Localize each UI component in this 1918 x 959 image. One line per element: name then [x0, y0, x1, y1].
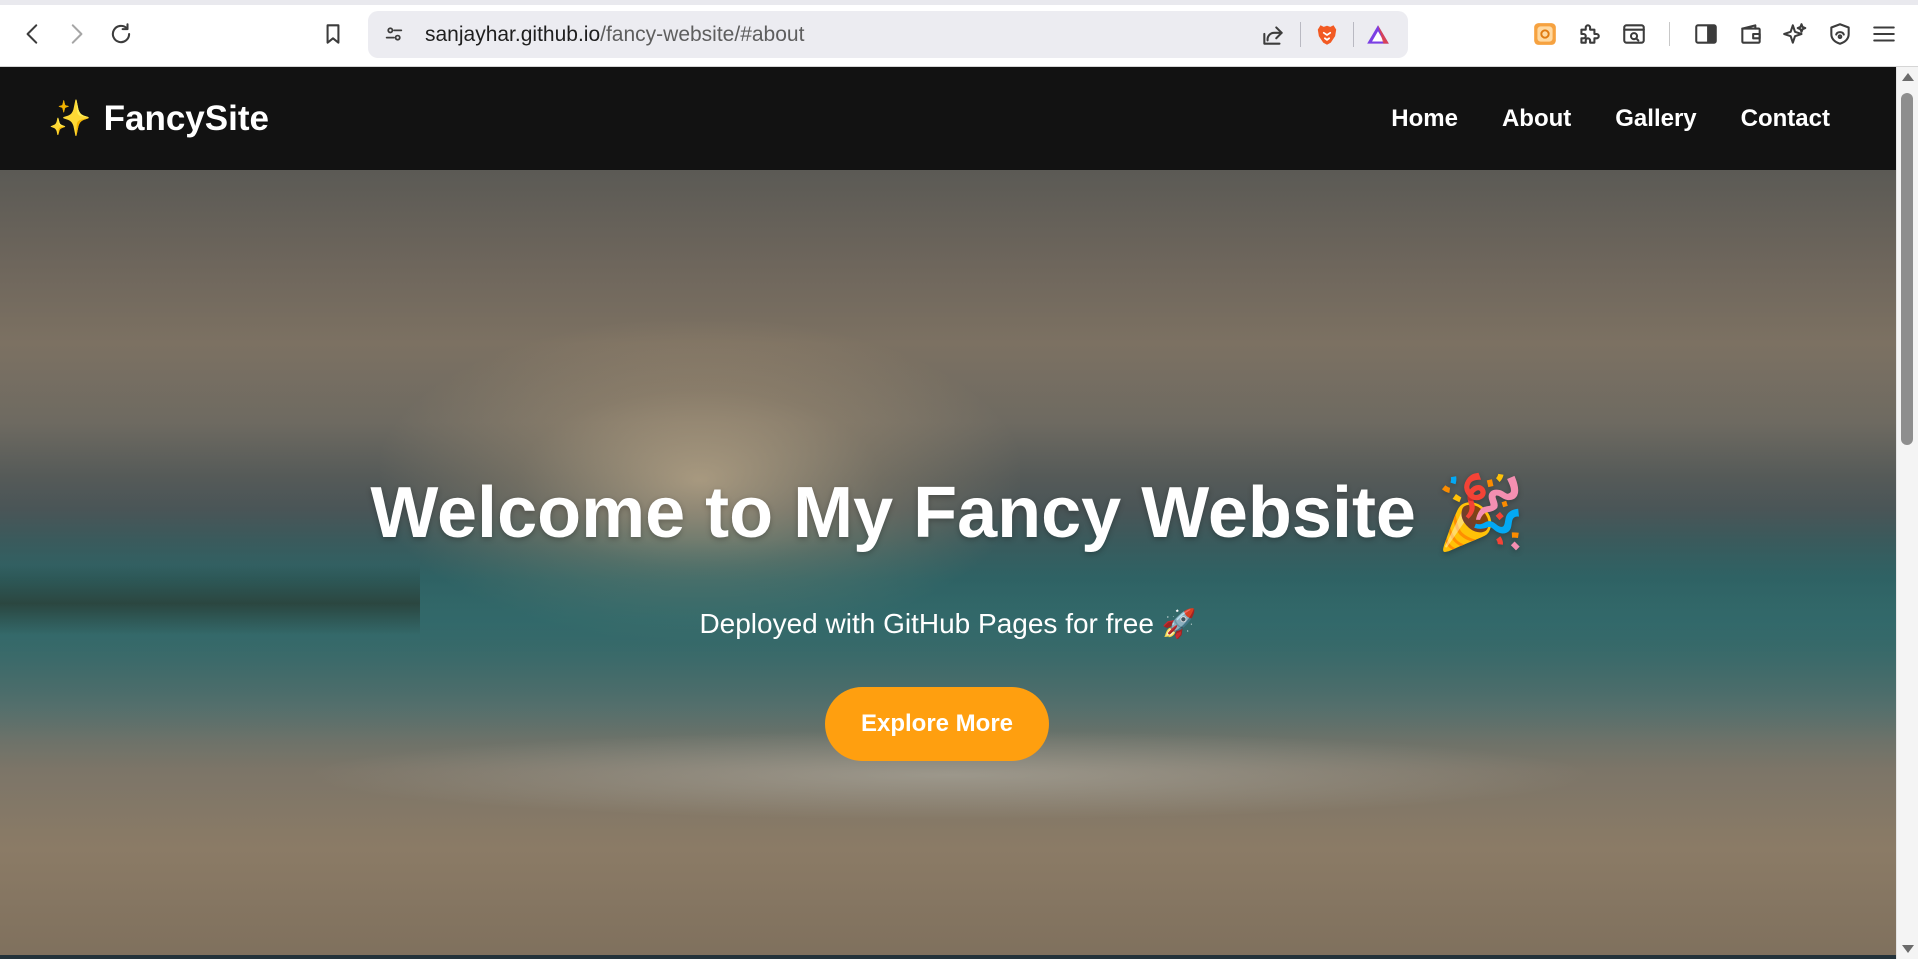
nav-links: Home About Gallery Contact	[1391, 67, 1830, 170]
orange-extension-icon	[1534, 23, 1556, 45]
bookmark-button[interactable]	[316, 17, 350, 51]
leo-button[interactable]	[1778, 17, 1812, 51]
wallet-button[interactable]	[1734, 17, 1768, 51]
triangle-rewards-icon	[1367, 25, 1389, 44]
brave-rewards-button[interactable]	[1361, 18, 1395, 52]
main-menu-button[interactable]	[1867, 17, 1901, 51]
url-separator-2	[1353, 22, 1354, 47]
puzzle-icon	[1580, 24, 1600, 44]
extension-button[interactable]	[1528, 17, 1562, 51]
site-navbar: ✨ FancySite Home About Gallery Contact	[0, 67, 1896, 170]
hamburger-menu-icon	[1873, 26, 1895, 42]
toolbar-separator	[1669, 22, 1670, 46]
reader-search-icon	[1623, 24, 1645, 44]
hero-bottom-edge	[0, 955, 1896, 959]
explore-more-button[interactable]: Explore More	[825, 687, 1049, 761]
hero-title: Welcome to My Fancy Website 🎉	[370, 473, 1526, 553]
window-top-strip	[0, 0, 1918, 5]
nav-link-gallery[interactable]: Gallery	[1615, 105, 1696, 133]
site-logo[interactable]: ✨ FancySite	[48, 67, 269, 170]
arrow-left-icon	[26, 24, 38, 44]
logo-text: FancySite	[103, 99, 269, 138]
sparkles-icon: ✨	[48, 99, 92, 138]
site-settings-icon	[385, 27, 403, 41]
vpn-button[interactable]	[1823, 17, 1857, 51]
nav-link-home[interactable]: Home	[1391, 105, 1458, 133]
hero-subtitle: Deployed with GitHub Pages for free 🚀	[699, 608, 1197, 639]
shield-icon	[1830, 23, 1850, 45]
arrow-right-icon	[71, 24, 83, 44]
hero-section: Welcome to My Fancy Website 🎉 Deployed w…	[0, 170, 1896, 959]
back-button[interactable]	[16, 17, 50, 51]
share-button[interactable]	[1256, 18, 1290, 52]
reader-button[interactable]	[1617, 17, 1651, 51]
reload-button[interactable]	[104, 17, 138, 51]
url-path: /fancy-website/#about	[600, 23, 805, 46]
hero-content: Welcome to My Fancy Website 🎉 Deployed w…	[0, 170, 1896, 959]
reload-icon	[111, 23, 131, 44]
page-viewport: ✨ FancySite Home About Gallery Contact We…	[0, 67, 1896, 959]
nav-link-about[interactable]: About	[1502, 105, 1571, 133]
sidebar-button[interactable]	[1689, 17, 1723, 51]
wallet-icon	[1741, 24, 1761, 44]
nav-link-contact[interactable]: Contact	[1741, 105, 1830, 133]
sidebar-icon	[1695, 24, 1717, 44]
forward-button[interactable]	[59, 17, 93, 51]
url-text[interactable]: sanjayhar.github.io/fancy-website/#about	[425, 11, 804, 58]
sparkle-icon	[1783, 23, 1807, 44]
url-host: sanjayhar.github.io	[425, 23, 601, 46]
brave-lion-icon	[1317, 25, 1337, 45]
bookmark-icon	[326, 24, 340, 44]
vertical-scrollbar[interactable]	[1896, 67, 1918, 959]
url-separator	[1300, 22, 1301, 47]
browser-toolbar: sanjayhar.github.io/fancy-website/#about	[0, 0, 1918, 67]
brave-shields-button[interactable]	[1310, 18, 1344, 52]
scrollbar-thumb[interactable]	[1901, 93, 1913, 445]
share-icon	[1263, 26, 1283, 45]
site-info-button[interactable]	[378, 18, 410, 50]
address-bar[interactable]: sanjayhar.github.io/fancy-website/#about	[368, 11, 1408, 58]
scroll-down-arrow-icon[interactable]	[1902, 945, 1914, 953]
scroll-up-arrow-icon[interactable]	[1902, 73, 1914, 81]
extensions-button[interactable]	[1572, 17, 1606, 51]
